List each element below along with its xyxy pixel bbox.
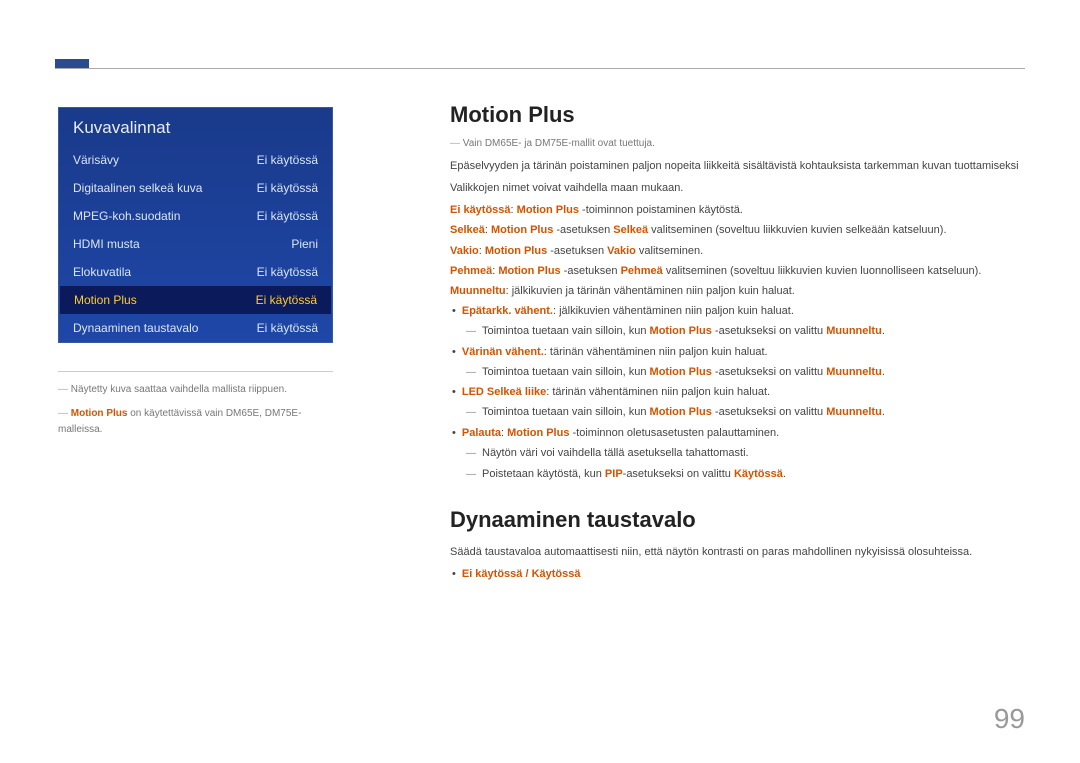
menu-item-value: Pieni <box>291 237 318 251</box>
main-content: Motion Plus ― Vain DM65E- ja DM75E-malli… <box>450 102 1022 585</box>
option-muunneltu: Muunneltu: jälkikuvien ja tärinän vähent… <box>450 282 1022 300</box>
menu-item-value: Ei käytössä <box>257 321 318 335</box>
menu-item-elokuvatila[interactable]: Elokuvatila Ei käytössä <box>59 258 332 286</box>
dyn-intro: Säädä taustavaloa automaattisesti niin, … <box>450 543 1022 561</box>
sub-palauta-2: Poistetaan käytöstä, kun PIP-asetukseksi… <box>450 465 1022 484</box>
section-dynaaminen: Dynaaminen taustavalo Säädä taustavaloa … <box>450 507 1022 583</box>
bullet-palauta: Palauta: Motion Plus -toiminnon oletusas… <box>464 424 1022 442</box>
intro-1: Epäselvyyden ja tärinän poistaminen palj… <box>450 157 1022 175</box>
menu-item-label: MPEG-koh.suodatin <box>73 209 180 223</box>
option-off: Ei käytössä: Motion Plus -toiminnon pois… <box>450 201 1022 219</box>
menu-item-value: Ei käytössä <box>257 209 318 223</box>
intro-2: Valikkojen nimet voivat vaihdella maan m… <box>450 179 1022 197</box>
menu-title: Kuvavalinnat <box>59 108 332 146</box>
bullet-varinan: Värinän vähent.: tärinän vähentäminen ni… <box>464 343 1022 361</box>
header-rule <box>55 68 1025 69</box>
custom-options-2: Värinän vähent.: tärinän vähentäminen ni… <box>450 343 1022 361</box>
menu-item-mpeg[interactable]: MPEG-koh.suodatin Ei käytössä <box>59 202 332 230</box>
menu-item-value: Ei käytössä <box>257 153 318 167</box>
menu-item-value: Ei käytössä <box>257 265 318 279</box>
option-vakio: Vakio: Motion Plus -asetuksen Vakio vali… <box>450 242 1022 260</box>
menu-item-dynaaminen[interactable]: Dynaaminen taustavalo Ei käytössä <box>59 314 332 342</box>
footnote-2: ― Motion Plus on käytettävissä vain DM65… <box>58 406 333 438</box>
custom-options-4: Palauta: Motion Plus -toiminnon oletusas… <box>450 424 1022 442</box>
compat-note: ― Vain DM65E- ja DM75E-mallit ovat tuett… <box>450 138 1022 149</box>
section-heading-dynaaminen: Dynaaminen taustavalo <box>450 507 1022 533</box>
menu-item-label: Värisävy <box>73 153 119 167</box>
option-pehmea: Pehmeä: Motion Plus -asetuksen Pehmeä va… <box>450 262 1022 280</box>
sub-palauta-1: Näytön väri voi vaihdella tällä asetukse… <box>450 444 1022 463</box>
menu-item-label: Digitaalinen selkeä kuva <box>73 181 202 195</box>
custom-options-3: LED Selkeä liike: tärinän vähentäminen n… <box>450 383 1022 401</box>
option-selkea: Selkeä: Motion Plus -asetuksen Selkeä va… <box>450 221 1022 239</box>
page-number: 99 <box>994 703 1025 735</box>
menu-item-label: HDMI musta <box>73 237 140 251</box>
footnote-1: ― Näytetty kuva saattaa vaihdella mallis… <box>58 382 333 398</box>
menu-item-hdmi[interactable]: HDMI musta Pieni <box>59 230 332 258</box>
custom-options: Epätarkk. vähent.: jälkikuvien vähentämi… <box>450 302 1022 320</box>
menu-item-motion-plus[interactable]: Motion Plus Ei käytössä <box>60 286 331 314</box>
menu-item-varisavy[interactable]: Värisävy Ei käytössä <box>59 146 332 174</box>
menu-item-label: Elokuvatila <box>73 265 131 279</box>
sub-varinan: Toimintoa tuetaan vain silloin, kun Moti… <box>450 363 1022 382</box>
section-heading-motion-plus: Motion Plus <box>450 102 1022 128</box>
menu-item-label: Motion Plus <box>74 293 137 307</box>
sidebar: Kuvavalinnat Värisävy Ei käytössä Digita… <box>58 107 333 446</box>
menu-item-value: Ei käytössä <box>257 181 318 195</box>
bullet-epatarkk: Epätarkk. vähent.: jälkikuvien vähentämi… <box>464 302 1022 320</box>
menu-item-digitaalinen[interactable]: Digitaalinen selkeä kuva Ei käytössä <box>59 174 332 202</box>
sub-epatarkk: Toimintoa tuetaan vain silloin, kun Moti… <box>450 322 1022 341</box>
dyn-options: Ei käytössä / Käytössä <box>450 565 1022 583</box>
sub-led: Toimintoa tuetaan vain silloin, kun Moti… <box>450 403 1022 422</box>
footnotes: ― Näytetty kuva saattaa vaihdella mallis… <box>58 371 333 438</box>
menu-item-label: Dynaaminen taustavalo <box>73 321 198 335</box>
bullet-led: LED Selkeä liike: tärinän vähentäminen n… <box>464 383 1022 401</box>
bullet-dyn-onoff: Ei käytössä / Käytössä <box>464 565 1022 583</box>
menu-panel: Kuvavalinnat Värisävy Ei käytössä Digita… <box>58 107 333 343</box>
menu-item-value: Ei käytössä <box>256 293 317 307</box>
